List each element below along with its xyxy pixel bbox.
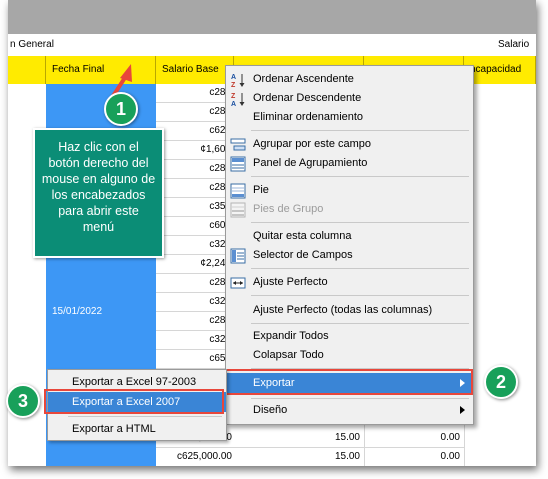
menu-item-label: Ajuste Perfecto (todas las columnas)	[253, 304, 433, 316]
menu-item-design[interactable]: Diseño	[226, 401, 473, 420]
svg-text:A: A	[231, 101, 236, 107]
menu-item-label: Selector de Campos	[253, 249, 353, 261]
step-badge-3: 3	[6, 384, 40, 418]
menu-item-field-chooser[interactable]: Selector de Campos	[226, 246, 473, 265]
menu-item-clear-sorting[interactable]: Eliminar ordenamiento	[226, 108, 473, 127]
field-chooser-icon	[230, 248, 246, 264]
menu-separator	[251, 268, 469, 269]
menu-item-sort-ascending[interactable]: A Z Ordenar Ascendente	[226, 70, 473, 89]
group-footer-icon	[230, 202, 246, 218]
menu-item-best-fit[interactable]: Ajuste Perfecto	[226, 273, 473, 292]
menu-separator	[251, 130, 469, 131]
menu-item-remove-column[interactable]: Quitar esta columna	[226, 227, 473, 246]
instruction-callout: Haz clic con el botón derecho del mouse …	[33, 128, 164, 258]
submenu-arrow-icon	[460, 406, 465, 414]
svg-text:Z: Z	[231, 93, 236, 100]
menu-item-collapse-all[interactable]: Colapsar Todo	[226, 346, 473, 365]
submenu-item-label: Exportar a Excel 97-2003	[72, 376, 197, 388]
menu-item-expand-all[interactable]: Expandir Todos	[226, 327, 473, 346]
menu-item-best-fit-all[interactable]: Ajuste Perfecto (todas las columnas)	[226, 301, 473, 320]
menu-item-sort-descending[interactable]: Z A Ordenar Descendente	[226, 89, 473, 108]
submenu-item-html[interactable]: Exportar a HTML	[48, 419, 226, 439]
menu-separator	[251, 323, 469, 324]
menu-item-label: Pies de Grupo	[253, 203, 324, 215]
footer-icon	[230, 183, 246, 199]
step-badge-1: 1	[104, 92, 138, 126]
menu-item-label: Diseño	[253, 404, 288, 416]
menu-item-label: Panel de Agrupamiento	[253, 157, 368, 169]
menu-separator	[68, 416, 222, 417]
submenu-item-label: Exportar a HTML	[72, 423, 156, 435]
menu-separator	[251, 295, 469, 296]
menu-item-label: Colapsar Todo	[253, 349, 324, 361]
menu-item-label: Expandir Todos	[253, 330, 329, 342]
menu-item-footer[interactable]: Pie	[226, 181, 473, 200]
best-fit-icon	[230, 277, 246, 289]
svg-text:A: A	[231, 74, 236, 81]
menu-item-label: Ordenar Ascendente	[253, 73, 354, 85]
menu-item-label: Ordenar Descendente	[253, 92, 362, 104]
sort-ascending-icon: A Z	[231, 74, 245, 88]
menu-separator	[251, 398, 469, 399]
menu-item-label: Pie	[253, 184, 269, 196]
annotation-highlight-export	[223, 369, 473, 395]
menu-item-label: Ajuste Perfecto	[253, 276, 328, 288]
menu-item-group-by-field[interactable]: Agrupar por este campo	[226, 135, 473, 154]
group-by-field-icon	[230, 138, 246, 151]
step-badge-2: 2	[484, 365, 518, 399]
sort-descending-icon: Z A	[231, 93, 245, 107]
menu-item-group-panel[interactable]: Panel de Agrupamiento	[226, 154, 473, 173]
annotation-highlight-excel-2007	[44, 389, 224, 414]
menu-item-label: Agrupar por este campo	[253, 138, 372, 150]
menu-item-label: Quitar esta columna	[253, 230, 352, 242]
menu-separator	[251, 176, 469, 177]
menu-separator	[251, 222, 469, 223]
svg-text:Z: Z	[231, 82, 236, 88]
group-panel-icon	[230, 156, 246, 172]
menu-item-group-footers: Pies de Grupo	[226, 200, 473, 219]
menu-item-label: Eliminar ordenamiento	[253, 111, 364, 123]
